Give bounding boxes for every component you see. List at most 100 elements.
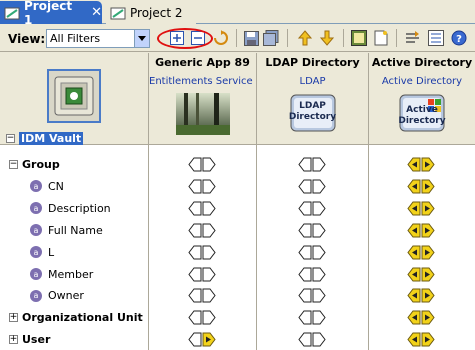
sync-right-arrow-icon[interactable] (202, 157, 216, 172)
properties-icon[interactable] (428, 30, 444, 46)
close-tab-icon[interactable]: ✕ (91, 5, 102, 20)
sync-right-arrow-icon[interactable] (202, 179, 216, 194)
sync-left-arrow-icon[interactable] (188, 157, 202, 172)
sync-left-arrow-icon[interactable] (298, 310, 312, 325)
sync-direction-cell[interactable] (407, 332, 435, 347)
attribute-label[interactable]: aL (30, 246, 54, 259)
sync-right-arrow-icon[interactable] (202, 310, 216, 325)
sync-direction-cell[interactable] (298, 310, 326, 325)
sync-direction-cell[interactable] (298, 223, 326, 238)
sync-direction-cell[interactable] (188, 332, 216, 347)
attribute-label[interactable]: a Member (30, 268, 93, 281)
sync-direction-cell[interactable] (188, 310, 216, 325)
sync-direction-cell[interactable] (298, 288, 326, 303)
attribute-label[interactable]: a Full Name (30, 224, 103, 237)
sync-direction-cell[interactable] (407, 223, 435, 238)
connector-icon[interactable] (351, 30, 367, 46)
vault-header-cell[interactable]: − IDM Vault (0, 53, 148, 145)
sync-right-arrow-icon[interactable] (312, 245, 326, 260)
schema-row[interactable]: a Full Name (0, 220, 475, 242)
expand-icon[interactable]: + (9, 313, 18, 323)
sync-right-arrow-icon[interactable] (312, 310, 326, 325)
sync-left-arrow-icon[interactable] (188, 201, 202, 216)
sync-right-arrow-icon[interactable] (312, 201, 326, 216)
sync-direction-cell[interactable] (407, 267, 435, 282)
sync-left-arrow-icon[interactable] (298, 332, 312, 347)
chevron-down-icon[interactable] (134, 30, 149, 47)
sync-right-arrow-icon[interactable] (312, 332, 326, 347)
sync-direction-cell[interactable] (407, 201, 435, 216)
sync-left-arrow-icon[interactable] (298, 179, 312, 194)
sync-direction-cell[interactable] (188, 223, 216, 238)
sync-left-arrow-icon[interactable] (188, 245, 202, 260)
sync-left-arrow-icon[interactable] (188, 332, 202, 347)
collapse-icon[interactable]: − (9, 160, 18, 169)
sync-direction-cell[interactable] (407, 157, 435, 172)
schema-row[interactable]: a CN (0, 176, 475, 198)
sync-direction-cell[interactable] (298, 157, 326, 172)
sync-right-arrow-icon[interactable] (202, 201, 216, 216)
expand-icon[interactable]: + (9, 335, 18, 345)
connector-header-active-directory[interactable]: Active Directory Active Directory Active… (369, 53, 475, 145)
sync-direction-cell[interactable] (298, 332, 326, 347)
sync-right-arrow-icon[interactable] (312, 223, 326, 238)
sync-right-arrow-icon[interactable] (312, 157, 326, 172)
schema-row[interactable]: a Owner (0, 285, 475, 307)
schema-row[interactable]: a Member (0, 264, 475, 286)
sync-right-arrow-icon[interactable] (202, 245, 216, 260)
sync-right-arrow-icon[interactable] (202, 288, 216, 303)
sync-direction-cell[interactable] (407, 245, 435, 260)
class-label[interactable]: − Group (9, 158, 60, 171)
sync-right-arrow-icon[interactable] (202, 267, 216, 281)
sync-left-arrow-icon[interactable] (188, 223, 202, 238)
sync-left-arrow-icon[interactable] (298, 288, 312, 303)
sync-direction-cell[interactable] (407, 288, 435, 303)
sync-direction-cell[interactable] (188, 179, 216, 194)
sync-direction-cell[interactable] (188, 157, 216, 172)
save-icon[interactable] (243, 30, 259, 46)
attribute-label[interactable]: a Owner (30, 289, 84, 302)
sync-direction-cell[interactable] (188, 267, 216, 282)
schema-row[interactable]: + Organizational Unit (0, 307, 475, 329)
view-filter-select[interactable]: All Filters (46, 29, 150, 48)
sync-direction-cell[interactable] (298, 179, 326, 194)
sync-right-arrow-icon[interactable] (312, 267, 326, 281)
sync-direction-cell[interactable] (407, 179, 435, 194)
sync-right-arrow-icon[interactable] (312, 179, 326, 194)
sync-left-arrow-icon[interactable] (188, 267, 202, 281)
help-icon[interactable]: ? (451, 30, 467, 46)
sync-direction-cell[interactable] (298, 201, 326, 216)
class-label[interactable]: + User (9, 333, 50, 346)
attribute-label[interactable]: a Description (30, 202, 111, 215)
arrow-down-icon[interactable] (319, 30, 335, 46)
connector-header-ldap[interactable]: LDAP Directory LDAP LDAP Directory (257, 53, 368, 145)
sync-direction-cell[interactable] (407, 310, 435, 325)
save-all-icon[interactable] (263, 30, 279, 46)
sync-right-arrow-icon[interactable] (312, 288, 326, 303)
schema-row[interactable]: − Group (0, 154, 475, 176)
sync-direction-cell[interactable] (298, 267, 326, 282)
tab-project-2[interactable]: Project 2 (106, 1, 196, 24)
attribute-label[interactable]: a CN (30, 180, 64, 193)
sync-direction-cell[interactable] (188, 288, 216, 303)
vault-icon[interactable] (47, 69, 101, 123)
new-document-icon[interactable] (373, 30, 389, 46)
arrow-up-icon[interactable] (297, 30, 313, 46)
sync-left-arrow-icon[interactable] (188, 310, 202, 325)
sync-direction-cell[interactable] (298, 245, 326, 260)
sync-left-arrow-icon[interactable] (298, 245, 312, 260)
vault-label[interactable]: IDM Vault (19, 132, 84, 145)
sync-left-arrow-icon[interactable] (298, 201, 312, 216)
schema-row[interactable]: aL (0, 242, 475, 264)
collapse-icon[interactable]: − (6, 134, 15, 143)
sync-left-arrow-icon[interactable] (188, 179, 202, 194)
sync-left-arrow-icon[interactable] (298, 157, 312, 172)
sync-left-arrow-icon[interactable] (188, 288, 202, 303)
connector-header-generic-app[interactable]: Generic App 89 Entitlements Service D... (149, 53, 256, 145)
sync-left-arrow-icon[interactable] (298, 267, 312, 281)
schema-row[interactable]: a Description (0, 198, 475, 220)
class-label[interactable]: + Organizational Unit (9, 311, 143, 324)
sync-right-arrow-icon[interactable] (202, 223, 216, 238)
sync-left-arrow-icon[interactable] (298, 223, 312, 238)
mapping-icon[interactable] (405, 30, 421, 46)
